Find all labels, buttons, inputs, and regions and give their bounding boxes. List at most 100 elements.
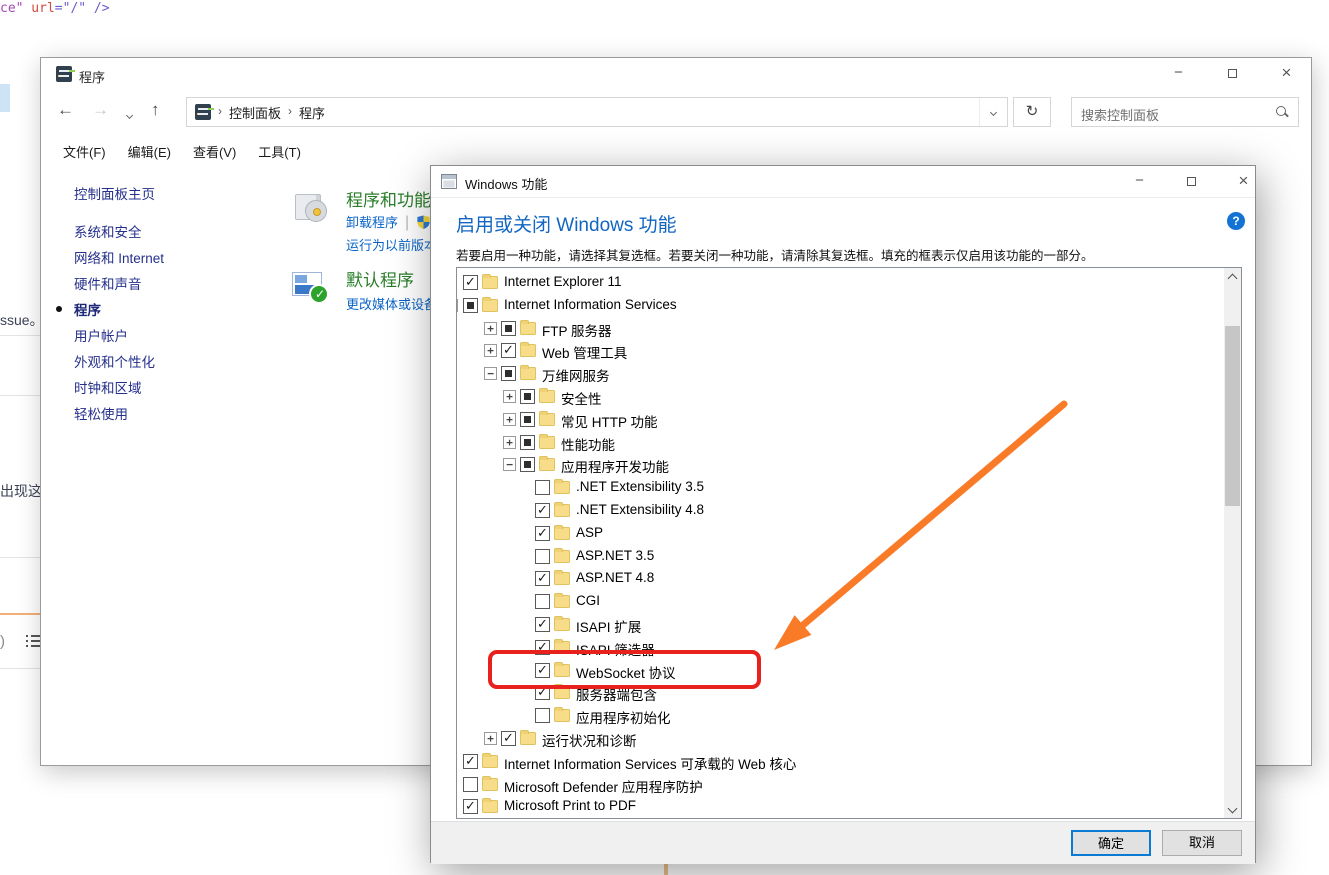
checkbox-filled[interactable] (501, 321, 516, 336)
menu-item[interactable]: 编辑(E) (128, 142, 171, 161)
checkbox-unchecked[interactable] (535, 549, 550, 564)
checkbox-checked[interactable] (501, 731, 516, 746)
tree-row[interactable]: ISAPI 扩展 (457, 613, 1224, 636)
sidebar-item[interactable]: 时钟和区域 (74, 377, 142, 397)
checkbox-checked[interactable] (463, 799, 478, 814)
checkbox-checked[interactable] (535, 526, 550, 541)
uninstall-program-link[interactable]: 卸载程序 (346, 215, 398, 230)
tree-row[interactable]: +FTP 服务器 (457, 317, 1224, 340)
tree-row[interactable]: +常见 HTTP 功能 (457, 408, 1224, 431)
recent-pages-dropdown[interactable] (127, 105, 132, 123)
collapse-icon[interactable]: − (503, 458, 516, 471)
tree-row[interactable]: 应用程序初始化 (457, 704, 1224, 727)
run-older-programs-link[interactable]: 运行为以前版本 (346, 235, 437, 254)
titlebar[interactable]: 程序 − × (41, 58, 1311, 90)
tree-row[interactable]: +运行状况和诊断 (457, 727, 1224, 750)
up-button[interactable]: ↑ (151, 100, 160, 120)
expand-icon[interactable]: + (503, 390, 516, 403)
checkbox-unchecked[interactable] (463, 777, 478, 792)
sidebar-item[interactable]: 轻松使用 (74, 403, 128, 423)
ok-button[interactable]: 确定 (1071, 830, 1151, 856)
scrollbar-thumb[interactable] (1225, 326, 1240, 506)
tree-row[interactable]: Internet Explorer 11 (457, 271, 1224, 294)
tree-row[interactable]: .NET Extensibility 4.8 (457, 499, 1224, 522)
checkbox-filled[interactable] (520, 412, 535, 427)
programs-and-features-heading[interactable]: 程序和功能 (346, 186, 431, 211)
sidebar-item[interactable]: 网络和 Internet (74, 247, 164, 267)
tree-row[interactable]: ASP.NET 4.8 (457, 567, 1224, 590)
menu-item[interactable]: 文件(F) (63, 142, 106, 161)
expand-icon[interactable]: + (503, 413, 516, 426)
folder-icon (520, 322, 536, 335)
collapse-icon[interactable]: − (456, 299, 458, 312)
folder-icon (554, 572, 570, 585)
back-button[interactable]: ← (57, 100, 74, 120)
menu-item[interactable]: 工具(T) (258, 142, 301, 161)
sidebar-item[interactable]: 程序 (74, 299, 101, 319)
tree-row[interactable]: CGI (457, 590, 1224, 613)
tree-row[interactable]: Microsoft Print to PDF (457, 795, 1224, 818)
expand-icon[interactable]: + (484, 322, 497, 335)
maximize-button[interactable] (1210, 58, 1255, 88)
tree-row[interactable]: +性能功能 (457, 431, 1224, 454)
minimize-button[interactable]: − (1156, 58, 1201, 88)
address-bar[interactable]: › 控制面板 › 程序 (186, 97, 1008, 127)
checkbox-unchecked[interactable] (535, 594, 550, 609)
scroll-up-button[interactable] (1224, 268, 1241, 285)
menu-item[interactable]: 查看(V) (193, 142, 236, 161)
sidebar-item[interactable]: 用户帐户 (74, 325, 128, 345)
tree-row[interactable]: Internet Information Services 可承载的 Web 核… (457, 750, 1224, 773)
tree-row[interactable]: Microsoft Defender 应用程序防护 (457, 773, 1224, 796)
dialog-heading: 启用或关闭 Windows 功能 (456, 210, 677, 237)
sidebar-item[interactable]: 硬件和声音 (74, 273, 142, 293)
sidebar-item[interactable]: 系统和安全 (74, 221, 142, 241)
close-button[interactable]: × (1264, 58, 1309, 88)
checkbox-checked[interactable] (463, 754, 478, 769)
background-selection-strip (0, 84, 10, 112)
tree-row[interactable]: .NET Extensibility 3.5 (457, 476, 1224, 499)
breadcrumb-programs[interactable]: 程序 (299, 103, 325, 122)
checkbox-checked[interactable] (463, 275, 478, 290)
checkbox-filled[interactable] (520, 389, 535, 404)
collapse-icon[interactable]: − (484, 367, 497, 380)
checkbox-filled[interactable] (501, 366, 516, 381)
titlebar[interactable]: Windows 功能 − × (431, 166, 1255, 198)
scroll-down-button[interactable] (1224, 801, 1241, 818)
vertical-scrollbar[interactable] (1224, 268, 1241, 818)
checkbox-filled[interactable] (463, 298, 478, 313)
tree-row[interactable]: ASP (457, 522, 1224, 545)
breadcrumb-control-panel[interactable]: 控制面板 (229, 103, 281, 122)
tree-row[interactable]: +Web 管理工具 (457, 339, 1224, 362)
checkbox-checked[interactable] (501, 343, 516, 358)
tree-row[interactable]: +安全性 (457, 385, 1224, 408)
close-button[interactable]: × (1221, 166, 1266, 196)
checkbox-filled[interactable] (520, 457, 535, 472)
tree-row[interactable]: ASP.NET 3.5 (457, 545, 1224, 568)
expand-icon[interactable]: + (484, 344, 497, 357)
search-input[interactable]: 搜索控制面板 (1071, 97, 1299, 127)
sidebar-item[interactable]: 外观和个性化 (74, 351, 155, 371)
cancel-button[interactable]: 取消 (1162, 830, 1242, 856)
minimize-button[interactable]: − (1117, 166, 1162, 196)
change-media-settings-link[interactable]: 更改媒体或设备 (346, 294, 437, 313)
checkbox-checked[interactable] (535, 617, 550, 632)
tree-row[interactable]: −Internet Information Services (457, 294, 1224, 317)
help-icon[interactable]: ? (1227, 212, 1245, 230)
checkbox-unchecked[interactable] (535, 708, 550, 723)
expand-icon[interactable]: + (484, 732, 497, 745)
sidebar-item[interactable]: 控制面板主页 (74, 183, 155, 203)
programs-and-features-icon[interactable] (293, 190, 333, 226)
default-programs-icon[interactable] (291, 270, 331, 306)
checkbox-checked[interactable] (535, 503, 550, 518)
maximize-button[interactable] (1169, 166, 1214, 196)
checkbox-filled[interactable] (520, 435, 535, 450)
address-dropdown-button[interactable] (979, 98, 1007, 126)
default-programs-heading[interactable]: 默认程序 (346, 266, 414, 291)
checkbox-checked[interactable] (535, 571, 550, 586)
forward-button[interactable]: → (92, 100, 109, 120)
tree-row[interactable]: −万维网服务 (457, 362, 1224, 385)
tree-row[interactable]: −应用程序开发功能 (457, 453, 1224, 476)
refresh-button[interactable]: ↻ (1013, 97, 1051, 127)
expand-icon[interactable]: + (503, 436, 516, 449)
checkbox-unchecked[interactable] (535, 480, 550, 495)
